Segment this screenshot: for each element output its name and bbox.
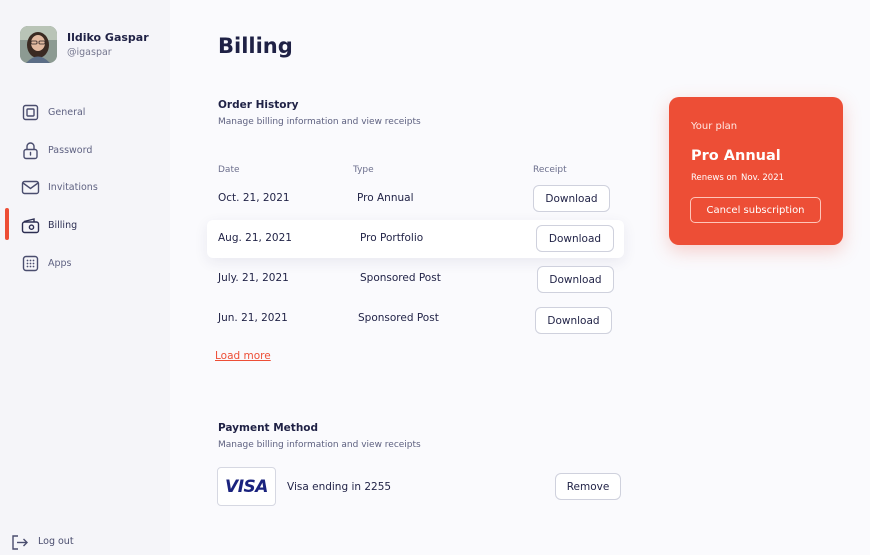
grid-icon (22, 255, 39, 272)
load-more-link[interactable]: Load more (215, 350, 271, 362)
column-header-date: Date (218, 165, 240, 175)
visa-logo-text: VISA (225, 476, 268, 497)
sidebar-item-general[interactable]: General (0, 97, 170, 127)
sidebar-item-apps[interactable]: Apps (0, 248, 170, 278)
avatar-photo (20, 26, 57, 63)
download-receipt-button[interactable]: Download (536, 225, 614, 252)
sidebar-item-label: Billing (48, 219, 78, 231)
column-header-type: Type (353, 165, 374, 175)
order-date: Oct. 21, 2021 (218, 192, 290, 204)
plan-label: Your plan (691, 121, 738, 132)
order-type: Pro Annual (357, 192, 414, 204)
logout-icon (12, 535, 28, 550)
order-type: Sponsored Post (358, 312, 439, 324)
table-row: Aug. 21, 2021 Pro Portfolio Download (207, 220, 624, 258)
plan-renewal: Renews on Nov. 2021 (691, 173, 784, 183)
plan-renewal-date: Nov. 2021 (741, 173, 785, 183)
order-date: Aug. 21, 2021 (218, 232, 292, 244)
download-receipt-button[interactable]: Download (537, 266, 614, 293)
plan-card: Your plan Pro Annual Renews on Nov. 2021 … (669, 97, 843, 245)
sidebar: Ildiko Gaspar @igaspar General Password … (0, 0, 170, 555)
table-row: Jun. 21, 2021 Sponsored Post Download (207, 300, 624, 338)
column-header-receipt: Receipt (533, 165, 567, 175)
logout-button[interactable]: Log out (10, 532, 110, 552)
order-type: Sponsored Post (360, 272, 441, 284)
user-name: Ildiko Gaspar (67, 31, 149, 44)
order-date: Jun. 21, 2021 (218, 312, 288, 324)
order-date: July. 21, 2021 (218, 272, 289, 284)
sidebar-item-password[interactable]: Password (0, 135, 170, 165)
payment-method-title: Payment Method (218, 422, 319, 434)
plan-name: Pro Annual (691, 148, 781, 164)
user-handle: @igaspar (67, 47, 112, 58)
remove-card-button[interactable]: Remove (555, 473, 621, 500)
sidebar-item-invitations[interactable]: Invitations (0, 172, 170, 202)
sidebar-item-billing[interactable]: Billing (0, 208, 170, 240)
download-receipt-button[interactable]: Download (535, 307, 612, 334)
lock-icon (23, 142, 38, 160)
square-icon (22, 104, 39, 121)
sidebar-item-label: Invitations (48, 181, 98, 193)
sidebar-item-label: Apps (48, 257, 72, 269)
avatar[interactable] (20, 26, 57, 63)
download-receipt-button[interactable]: Download (533, 185, 610, 212)
order-type: Pro Portfolio (360, 232, 424, 244)
mail-icon (21, 180, 40, 195)
card-description: Visa ending in 2255 (287, 481, 392, 493)
payment-method-subtitle: Manage billing information and view rece… (218, 440, 421, 450)
cancel-subscription-button[interactable]: Cancel subscription (690, 197, 821, 223)
table-row: July. 21, 2021 Sponsored Post Download (207, 260, 624, 298)
table-row: Oct. 21, 2021 Pro Annual Download (207, 180, 624, 218)
sidebar-item-label: General (48, 106, 86, 118)
page-title: Billing (218, 34, 293, 58)
visa-card-logo: VISA (217, 467, 276, 506)
order-history-title: Order History (218, 99, 299, 111)
logout-label: Log out (38, 536, 74, 547)
wallet-icon (21, 218, 40, 234)
plan-renewal-prefix: Renews on (691, 173, 738, 183)
sidebar-item-label: Password (48, 144, 93, 156)
order-history-subtitle: Manage billing information and view rece… (218, 117, 421, 127)
